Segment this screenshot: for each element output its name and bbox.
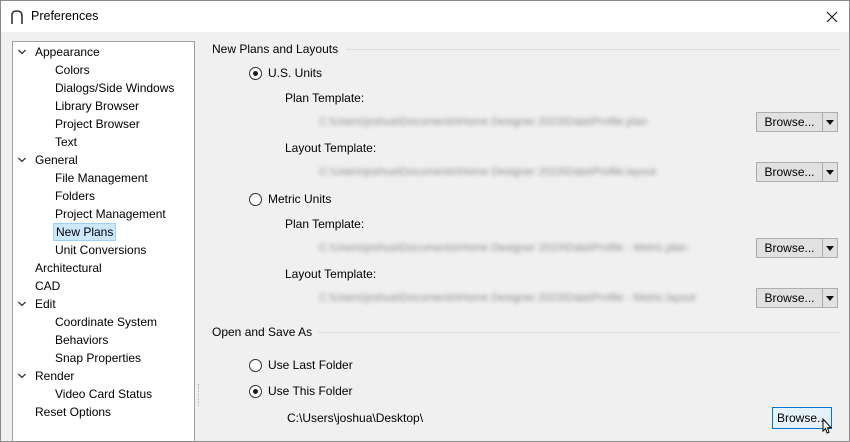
tree-item[interactable]: General [13, 151, 193, 169]
browse-dropdown-button[interactable] [823, 239, 837, 257]
close-button[interactable] [815, 1, 849, 32]
tree-item-label: Behaviors [55, 333, 109, 347]
tree-item[interactable]: New Plans [13, 223, 193, 241]
metric-units-label[interactable]: Metric Units [268, 192, 331, 206]
tree-item-label: General [35, 153, 78, 167]
close-icon [826, 11, 838, 22]
us-plan-template-path: C:\Users\joshua\Documents\Home Designer … [319, 116, 648, 128]
tree-item[interactable]: Folders [13, 187, 193, 205]
browse-button-label[interactable]: Browse... [757, 113, 823, 131]
us-plan-browse-button[interactable]: Browse... [756, 112, 838, 132]
title-bar: Preferences [1, 1, 849, 32]
use-last-folder-label[interactable]: Use Last Folder [268, 358, 353, 372]
tree-item[interactable]: File Management [13, 169, 193, 187]
tree-item-label: Unit Conversions [55, 243, 147, 257]
tree-item-label: Video Card Status [55, 387, 153, 401]
section-divider [318, 332, 840, 333]
tree-item[interactable]: Unit Conversions [13, 241, 193, 259]
tree-item[interactable]: Project Browser [13, 115, 193, 133]
tree-item[interactable]: Text [13, 133, 193, 151]
tree-item-label: Reset Options [35, 405, 112, 419]
tree-item[interactable]: Behaviors [13, 331, 193, 349]
triangle-down-icon [826, 295, 834, 301]
new-plans-section-title: New Plans and Layouts [212, 42, 339, 56]
browse-button-label[interactable]: Browse... [757, 289, 823, 307]
mouse-pointer-icon [822, 418, 833, 434]
tree-item-label: Project Management [55, 207, 166, 221]
metric-layout-template-path: C:\Users\joshua\Documents\Home Designer … [319, 292, 696, 304]
metric-layout-template-label: Layout Template: [285, 267, 377, 281]
browse-button-label[interactable]: Browse... [757, 239, 823, 257]
browse-dropdown-button[interactable] [823, 113, 837, 131]
chevron-down-icon[interactable] [16, 298, 28, 310]
preferences-dialog: Preferences Appearance Colors Dialogs/Side… [0, 0, 850, 442]
tree-item-label: Dialogs/Side Windows [55, 81, 175, 95]
tree-item-label: Text [55, 135, 78, 149]
chevron-down-icon[interactable] [16, 370, 28, 382]
chevron-down-icon[interactable] [16, 154, 28, 166]
open-save-section-title: Open and Save As [212, 325, 313, 339]
tree-item-label: File Management [55, 171, 148, 185]
tree-item-label: Appearance [35, 45, 100, 59]
browse-dropdown-button[interactable] [823, 163, 837, 181]
tree-item[interactable]: Project Management [13, 205, 193, 223]
metric-plan-template-path: C:\Users\joshua\Documents\Home Designer … [319, 242, 688, 254]
category-tree[interactable]: Appearance Colors Dialogs/Side Windows Libr… [12, 41, 195, 441]
us-units-radio[interactable] [249, 67, 262, 80]
triangle-down-icon [826, 245, 834, 251]
us-layout-browse-button[interactable]: Browse... [756, 162, 838, 182]
triangle-down-icon [826, 119, 834, 125]
metric-units-radio[interactable] [249, 193, 262, 206]
tree-item[interactable]: CAD [13, 277, 193, 295]
arch-icon [11, 10, 23, 24]
tree-item[interactable]: Appearance [13, 43, 193, 61]
tree-item-label: Coordinate System [55, 315, 158, 329]
tree-item-label: Library Browser [55, 99, 140, 113]
tree-item[interactable]: Dialogs/Side Windows [13, 79, 193, 97]
tree-item[interactable]: Library Browser [13, 97, 193, 115]
tree-item-label: Architectural [35, 261, 102, 275]
window-title: Preferences [31, 9, 99, 23]
tree-item[interactable]: Video Card Status [13, 385, 193, 403]
section-divider [346, 49, 840, 50]
us-plan-template-label: Plan Template: [285, 91, 365, 105]
use-this-folder-label[interactable]: Use This Folder [268, 384, 352, 398]
browse-button-label[interactable]: Browse... [757, 163, 823, 181]
tree-item[interactable]: Coordinate System [13, 313, 193, 331]
tree-item-label: Snap Properties [55, 351, 142, 365]
us-units-label[interactable]: U.S. Units [268, 66, 322, 80]
triangle-down-icon [826, 169, 834, 175]
us-layout-template-label: Layout Template: [285, 141, 377, 155]
browse-dropdown-button[interactable] [823, 289, 837, 307]
chevron-down-icon[interactable] [16, 46, 28, 58]
folder-path: C:\Users\joshua\Desktop\ [287, 411, 424, 425]
metric-layout-browse-button[interactable]: Browse... [756, 288, 838, 308]
tree-item[interactable]: Architectural [13, 259, 193, 277]
metric-plan-template-label: Plan Template: [285, 217, 365, 231]
tree-item[interactable]: Reset Options [13, 403, 193, 421]
splitter-grip[interactable] [198, 384, 201, 406]
us-layout-template-path: C:\Users\joshua\Documents\Home Designer … [319, 166, 656, 178]
tree-item-label: Render [35, 369, 75, 383]
tree-item-label: CAD [35, 279, 61, 293]
tree-item[interactable]: Colors [13, 61, 193, 79]
use-this-folder-radio[interactable] [249, 385, 262, 398]
tree-item[interactable]: Edit [13, 295, 193, 313]
tree-item-label: New Plans [53, 223, 117, 241]
use-last-folder-radio[interactable] [249, 359, 262, 372]
tree-item-label: Colors [55, 63, 90, 77]
tree-item[interactable]: Render [13, 367, 193, 385]
tree-item[interactable]: Snap Properties [13, 349, 193, 367]
tree-item-label: Project Browser [55, 117, 140, 131]
tree-item-label: Folders [55, 189, 96, 203]
metric-plan-browse-button[interactable]: Browse... [756, 238, 838, 258]
tree-item-label: Edit [35, 297, 56, 311]
